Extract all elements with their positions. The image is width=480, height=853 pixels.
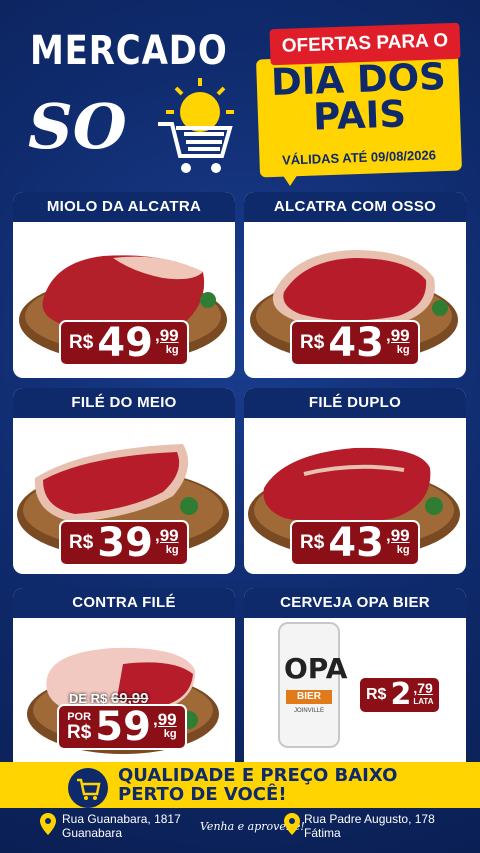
price-tag: POR R$ 59 ,99 kg (57, 704, 187, 750)
price-decimal: ,99 (385, 526, 410, 545)
product-card-file-meio[interactable]: FILÉ DO MEIO R$ 39 ,99 kg (13, 388, 235, 574)
price-unit: kg (165, 344, 179, 356)
price-currency: R$ (300, 332, 325, 353)
price-decimal: ,99 (154, 526, 179, 545)
price-integer: 43 (328, 320, 384, 366)
location-pin-icon (40, 813, 56, 835)
price-tag: R$ 2 ,79 LATA (358, 676, 442, 714)
promo-title: DIA DOS PAIS (270, 54, 447, 139)
price-currency: R$ (67, 721, 92, 743)
footer-tagline-1: QUALIDADE E PREÇO BAIXO (118, 765, 398, 786)
address-1-district: Guanabara (62, 826, 123, 840)
product-name: CERVEJA OPA BIER (244, 588, 466, 618)
price-integer: 59 (95, 704, 151, 750)
beer-can-image: OPA BIER JOINVILLE (278, 622, 348, 748)
product-name: MIOLO DA ALCATRA (13, 192, 235, 222)
address-1: Rua Guanabara, 1817 Guanabara (62, 812, 181, 840)
cart-icon (158, 122, 233, 158)
product-card-contra-file[interactable]: CONTRA FILÉ DE R$ 69,99 POR R$ 59 ,99 kg (13, 588, 235, 774)
sun-cart-logo-icon (158, 78, 234, 173)
can-brand: OPA (284, 652, 348, 685)
price-unit: kg (396, 344, 410, 356)
footer-tagline: QUALIDADE E PREÇO BAIXO PERTO DE VOCÊ! (118, 766, 397, 804)
price-integer: 2 (390, 677, 412, 712)
address-1-street: Rua Guanabara, 1817 (62, 812, 181, 826)
cart-icon (77, 778, 101, 800)
price-unit: kg (165, 544, 179, 556)
price-tag: R$ 43 ,99 kg (290, 520, 420, 566)
price-tag: R$ 43 ,99 kg (290, 320, 420, 366)
price-currency: R$ (69, 532, 94, 553)
price-por-block: POR R$ (67, 710, 92, 743)
product-name: ALCATRA COM OSSO (244, 192, 466, 222)
product-name: CONTRA FILÉ (13, 588, 235, 618)
price-currency: R$ (300, 532, 325, 553)
price-unit: kg (163, 728, 177, 740)
product-card-alcatra-osso[interactable]: ALCATRA COM OSSO R$ 43 ,99 kg (244, 192, 466, 378)
price-integer: 49 (97, 320, 153, 366)
footer-cart-badge (68, 768, 108, 808)
price-currency: R$ (69, 332, 94, 353)
promo-tail (278, 168, 302, 186)
price-por: POR (67, 710, 92, 723)
price-integer: 39 (97, 520, 153, 566)
location-pin-icon (284, 813, 300, 835)
brand-name: MERCADO (30, 28, 228, 74)
header: MERCADO SO OFERTAS PARA O DIA DOS PAIS V… (0, 0, 480, 188)
price-decimal: ,79 (413, 680, 433, 696)
promo-banner: OFERTAS PARA O DIA DOS PAIS VÁLIDAS ATÉ … (256, 22, 462, 186)
address-2: Rua Padre Augusto, 178 Fátima (304, 812, 435, 840)
product-card-cerveja-opa[interactable]: CERVEJA OPA BIER OPA BIER JOINVILLE R$ 2… (244, 588, 466, 774)
product-card-miolo-alcatra[interactable]: MIOLO DA ALCATRA R$ 49 ,99 kg (13, 192, 235, 378)
brand-sol-text: SO (28, 90, 127, 163)
product-card-file-duplo[interactable]: FILÉ DUPLO R$ 43 ,99 kg (244, 388, 466, 574)
price-decimal: ,99 (385, 326, 410, 345)
price-decimal: ,99 (154, 326, 179, 345)
can-sub: BIER (286, 690, 332, 704)
price-integer: 43 (328, 520, 384, 566)
price-unit: kg (396, 544, 410, 556)
price-unit: LATA (413, 697, 434, 706)
product-name: FILÉ DO MEIO (13, 388, 235, 418)
price-currency: R$ (366, 686, 387, 703)
address-2-street: Rua Padre Augusto, 178 (304, 812, 435, 826)
price-decimal: ,99 (152, 710, 177, 729)
price-tag: R$ 39 ,99 kg (59, 520, 189, 566)
can-city: JOINVILLE (293, 708, 324, 714)
address-2-district: Fátima (304, 826, 341, 840)
footer-tagline-2: PERTO DE VOCÊ! (118, 784, 287, 805)
brand-sol: SO (28, 90, 127, 163)
sun-icon (166, 78, 234, 132)
price-tag: R$ 49 ,99 kg (59, 320, 189, 366)
product-name: FILÉ DUPLO (244, 388, 466, 418)
